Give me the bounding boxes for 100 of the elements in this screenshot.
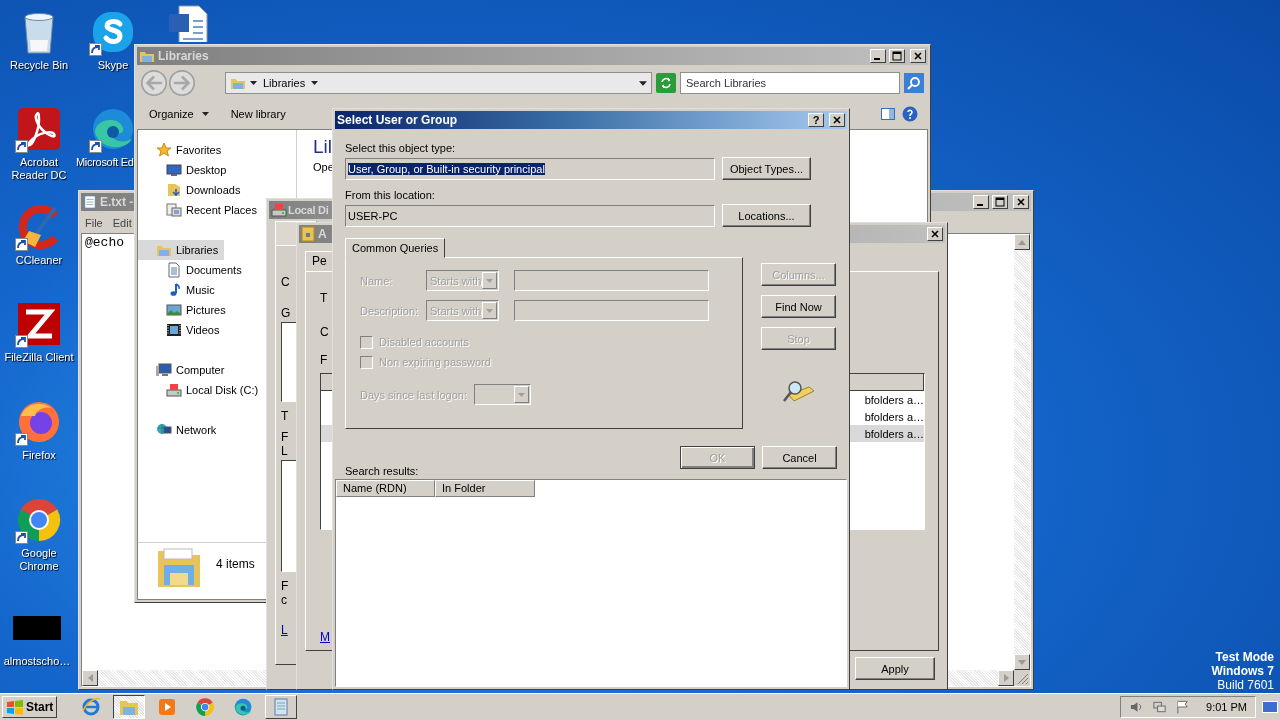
icon-label: Acrobat Reader DC [10, 156, 68, 182]
nav-item[interactable]: Pictures [138, 300, 232, 320]
drive-icon [271, 202, 287, 218]
item-count: 4 items [216, 557, 255, 571]
nav-item-label: Favorites [176, 144, 222, 156]
search-field[interactable]: Search Libraries [680, 72, 900, 94]
help-button[interactable]: ? [808, 113, 824, 127]
caret-icon [311, 81, 319, 85]
label-text: T [281, 410, 289, 423]
label-text: F [281, 431, 289, 444]
nav-item[interactable]: Local Disk (C:) [138, 380, 265, 400]
preview-pane-icon[interactable] [880, 106, 896, 122]
app-icon[interactable] [15, 105, 63, 153]
cancel-button[interactable]: Cancel [762, 446, 837, 469]
tab[interactable]: Common Queries [345, 238, 446, 258]
field-label: Select this object type: [345, 141, 457, 155]
monitor-icon [166, 162, 182, 178]
results-label: Search results: [345, 464, 419, 478]
scroll-left-arrow-icon [87, 674, 93, 682]
taskbar-button[interactable] [113, 695, 146, 719]
app-icon[interactable] [15, 300, 63, 348]
film-icon [166, 322, 182, 338]
nav-item[interactable]: Videos [138, 320, 226, 340]
nav-item[interactable]: Network [138, 420, 223, 440]
help-icon[interactable] [902, 106, 918, 122]
scroll-right-arrow-icon [1003, 674, 1009, 682]
nav-item-label: Network [176, 424, 217, 436]
label-text: F [281, 580, 289, 593]
row-text: bfolders a… [864, 410, 924, 423]
refresh-button[interactable] [656, 73, 676, 93]
app-icon[interactable] [15, 496, 63, 544]
vertical-scrollbar[interactable] [1014, 234, 1030, 670]
nav-item-label: Videos [186, 324, 220, 336]
nav-item[interactable]: Computer [138, 360, 231, 380]
nav-item-label: Music [186, 284, 215, 296]
document-icon [166, 262, 182, 278]
window-title: Libraries [158, 49, 209, 63]
dialog-button[interactable]: Object Types... [722, 157, 811, 180]
browser-icon [81, 697, 102, 717]
window-title: Local Di [288, 204, 329, 216]
content-heading: Lil [313, 136, 332, 158]
os-notice-text: Windows 7 [1211, 664, 1274, 678]
drive-icon [166, 382, 182, 398]
nav-item-label: Local Disk (C:) [186, 384, 259, 396]
apply-button[interactable]: Apply [855, 657, 935, 680]
nav-item-label: Libraries [176, 244, 219, 256]
label-text: F [320, 354, 328, 367]
label-text: L [281, 445, 288, 458]
show-desktop-button[interactable] [1262, 701, 1278, 713]
link[interactable]: M [320, 630, 330, 644]
nav-item[interactable]: Documents [138, 260, 248, 280]
caret-icon [250, 81, 257, 85]
icon-label: Firefox [22, 449, 56, 462]
text-field[interactable]: USER-PC [345, 204, 715, 227]
search-button[interactable] [904, 73, 924, 93]
icon-label: Skype [97, 59, 129, 72]
column-header[interactable]: Name (RDN) [336, 480, 435, 497]
menu-item[interactable]: File [85, 217, 103, 229]
computer-icon [156, 362, 172, 378]
breadcrumb-item[interactable]: Libraries [261, 77, 308, 89]
dialog-button[interactable]: Find Now [761, 295, 836, 318]
dropdown-arrow-icon [518, 392, 525, 397]
icon-label: Google Chrome [18, 547, 60, 573]
toolbar-button[interactable]: New library [228, 105, 288, 123]
folder-arrow-icon [166, 182, 182, 198]
column-header[interactable]: In Folder [435, 480, 535, 497]
notepad-icon [83, 195, 97, 209]
icon-label: almostscho… [3, 655, 71, 668]
icon-label: Recycle Bin [9, 59, 69, 72]
flag-icon[interactable] [1175, 699, 1191, 715]
dropdown-arrow-icon [486, 278, 493, 283]
nav-item[interactable]: Downloads [138, 180, 247, 200]
os-notice-text: Build 7601 [1217, 678, 1274, 692]
network-icon[interactable] [1152, 699, 1168, 715]
lock-folder-icon [301, 226, 315, 242]
refresh-icon [659, 76, 673, 90]
picture-icon [166, 302, 182, 318]
scroll-down-arrow-icon [1018, 659, 1026, 665]
nav-item[interactable]: Desktop [138, 160, 233, 180]
nav-item-label: Computer [176, 364, 225, 376]
window-title: E.txt - [100, 195, 134, 209]
nav-item-label: Desktop [186, 164, 227, 176]
address-bar[interactable]: Libraries [225, 72, 652, 94]
dialog-button[interactable]: Locations... [722, 204, 811, 227]
nav-item[interactable]: Music [138, 280, 221, 300]
menu-item[interactable]: Edit [112, 217, 132, 229]
nav-item[interactable]: Recent Places [138, 200, 263, 220]
toolbar-button[interactable]: Organize [147, 105, 211, 123]
nav-item[interactable]: Libraries [138, 240, 225, 260]
nav-item[interactable]: Favorites [138, 140, 228, 160]
text-field[interactable]: User, Group, or Built-in security principal [345, 157, 715, 180]
icon-label: Microsoft Ed [76, 156, 134, 169]
windows-flag-icon [6, 699, 24, 715]
clock[interactable]: 9:01 PM [1206, 701, 1247, 713]
start-button[interactable]: Start [2, 696, 58, 718]
dropdown-caret-icon[interactable] [639, 80, 647, 86]
field-label: From this location: [345, 188, 436, 202]
row-text: bfolders a… [864, 427, 924, 440]
media-player-icon [157, 697, 178, 717]
link[interactable]: L [281, 623, 288, 637]
